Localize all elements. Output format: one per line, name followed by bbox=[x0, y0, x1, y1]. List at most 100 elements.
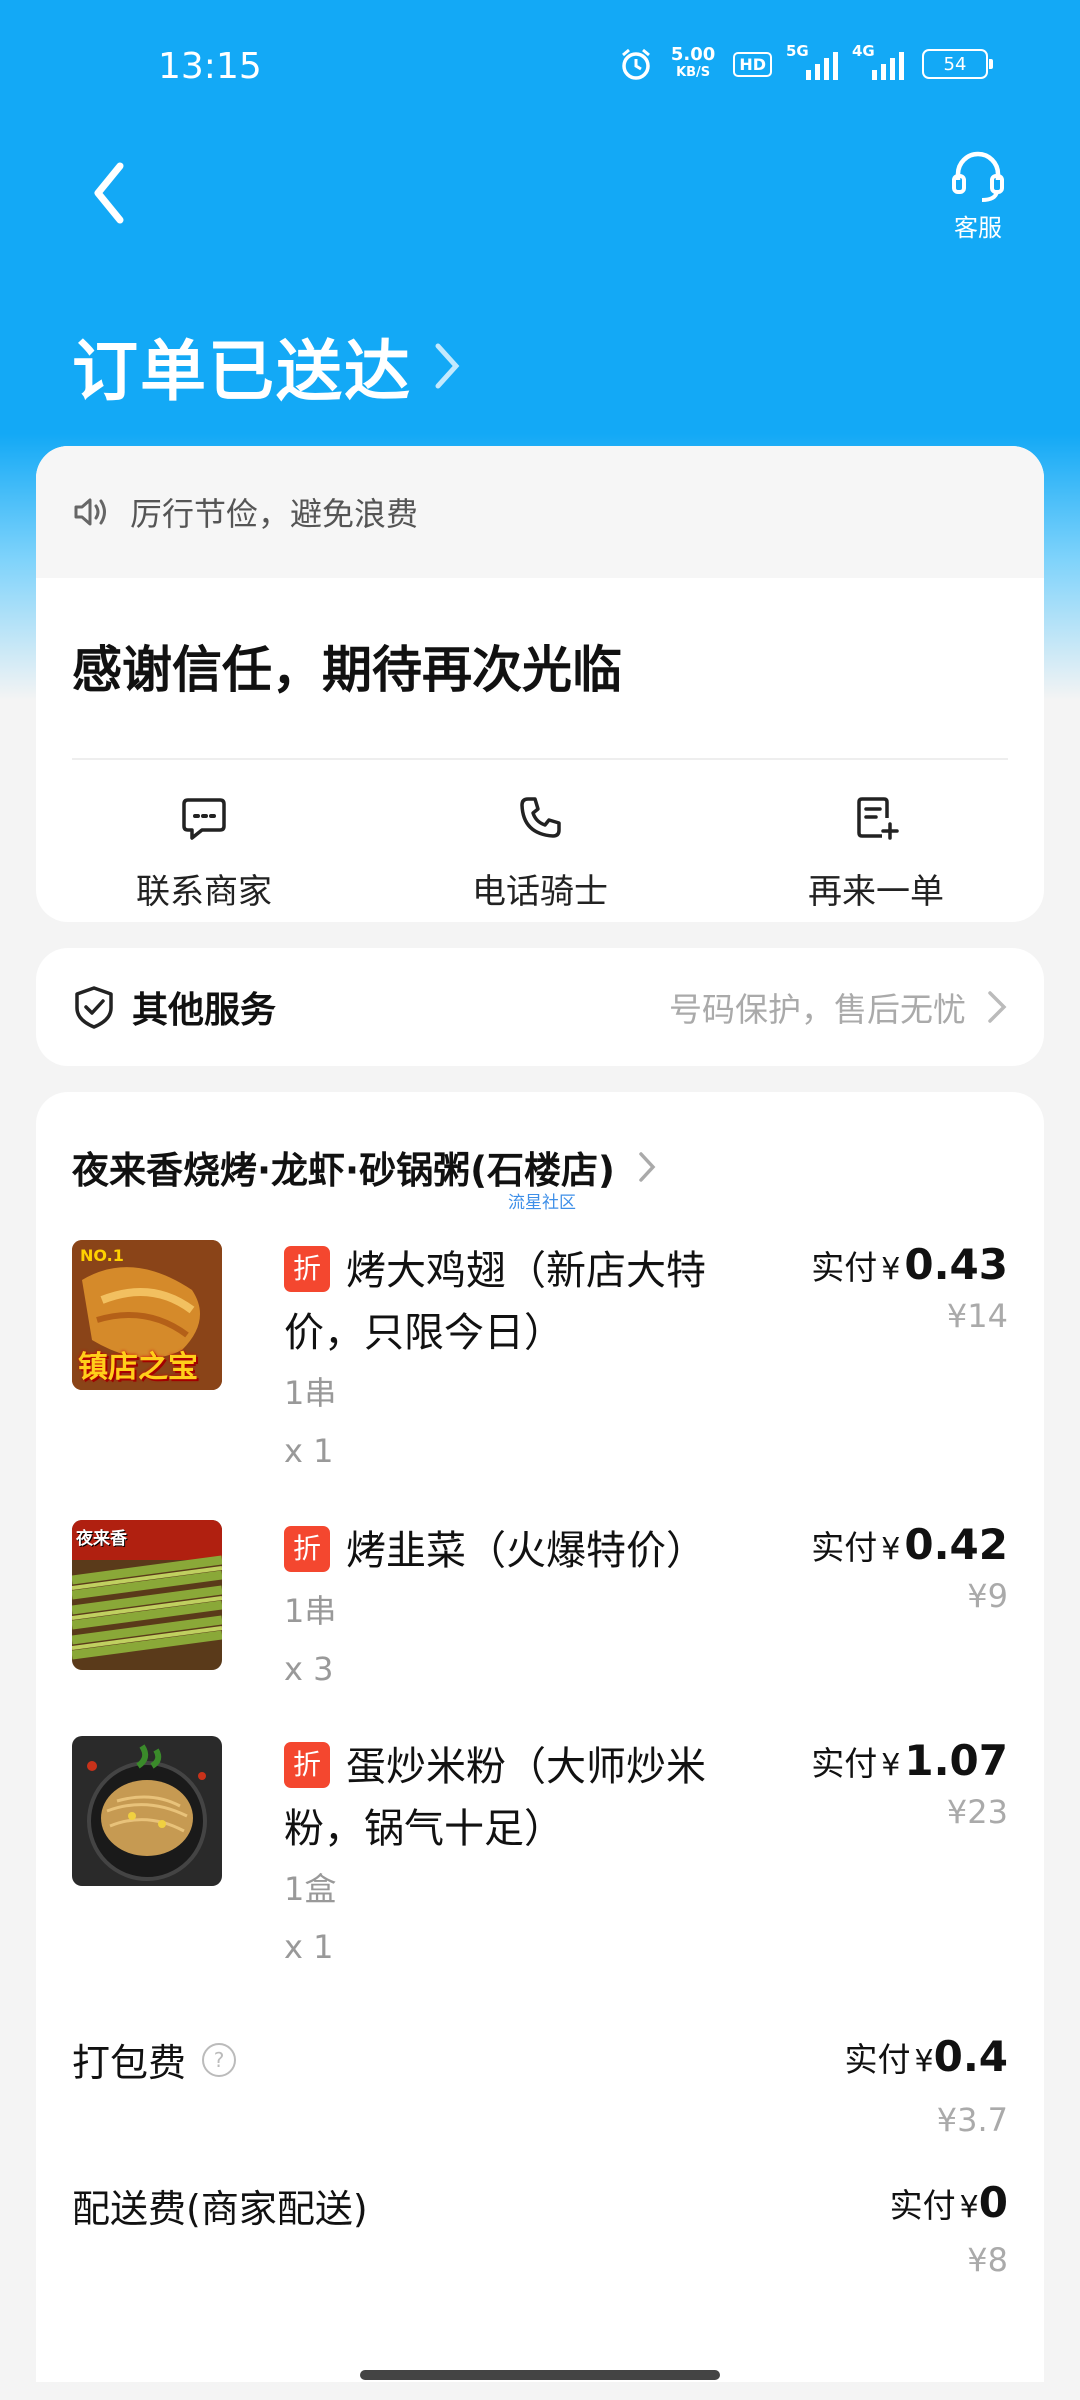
discount-badge: 折 bbox=[284, 1246, 330, 1292]
order-status-title: 订单已送达 bbox=[72, 333, 412, 410]
back-button[interactable] bbox=[86, 158, 136, 228]
headset-icon bbox=[952, 151, 1004, 202]
delivery-fee-row: 配送费(商家配送) 实付 ¥0 ¥8 bbox=[72, 2178, 1008, 2298]
thumbnail-tag: NO.1 bbox=[80, 1246, 124, 1265]
network-speed-unit: KB/S bbox=[676, 65, 711, 80]
watermark-text: 流星社区 bbox=[508, 1193, 576, 1213]
order-items-card: 夜来香烧烤·龙虾·砂锅粥(石楼店) 流星社区 NO.1 镇店之宝 折烤大鸡翅（新… bbox=[36, 1092, 1044, 2382]
item-info: 折烤韭菜（火爆特价） 1串 x 3 bbox=[284, 1520, 724, 1698]
paid-label: 实付 bbox=[811, 1528, 878, 1567]
chevron-right-icon bbox=[639, 1152, 656, 1182]
paid-price: 实付 ¥0 bbox=[890, 2178, 1008, 2227]
other-services-desc: 号码保护，售后无忧 bbox=[669, 990, 966, 1029]
divider bbox=[72, 758, 1008, 760]
order-status-card: 厉行节俭，避免浪费 感谢信任，期待再次光临 联系商家 电话骑士 再来一单 bbox=[36, 446, 1044, 922]
contact-merchant-button[interactable]: 联系商家 bbox=[36, 786, 372, 913]
item-price: 实付 ¥1.07 ¥23 bbox=[811, 1736, 1008, 1831]
item-spec: 1串 bbox=[284, 1374, 337, 1412]
fee-name-text: 打包费 bbox=[72, 2041, 187, 2085]
paid-label: 实付 bbox=[811, 1248, 878, 1287]
signal-5g-icon: 5G bbox=[786, 42, 838, 80]
item-info: 折烤大鸡翅（新店大特价，只限今日） 1串 x 1 bbox=[284, 1240, 724, 1480]
help-icon[interactable]: ? bbox=[202, 2042, 237, 2077]
discount-badge: 折 bbox=[284, 1526, 330, 1572]
thumbnail-caption: 夜来香 bbox=[76, 1529, 127, 1549]
original-price: ¥8 bbox=[967, 2241, 1008, 2279]
hd-voice-icon: HD bbox=[733, 51, 772, 77]
fee-name: 配送费(商家配送) bbox=[72, 2178, 1008, 2233]
action-row: 联系商家 电话骑士 再来一单 bbox=[36, 786, 1044, 913]
notice-bar: 厉行节俭，避免浪费 bbox=[36, 446, 1044, 578]
reorder-label: 再来一单 bbox=[808, 872, 944, 912]
order-item[interactable]: NO.1 镇店之宝 折烤大鸡翅（新店大特价，只限今日） 1串 x 1 实付 ¥0.… bbox=[72, 1240, 1008, 1500]
item-name-text: 蛋炒米粉（大师炒米粉，锅气十足） bbox=[284, 1744, 706, 1852]
other-services-title: 其他服务 bbox=[132, 990, 277, 1031]
packaging-fee-row: 打包费 ? 实付 ¥0.4 ¥3.7 bbox=[72, 2032, 1008, 2152]
signal-4g-label: 4G bbox=[852, 42, 875, 60]
status-time: 13:15 bbox=[158, 46, 262, 87]
signal-5g-label: 5G bbox=[786, 42, 809, 60]
other-services-row[interactable]: 其他服务 号码保护，售后无忧 bbox=[36, 948, 1044, 1066]
network-speed: 5.00 KB/S bbox=[671, 46, 715, 82]
message-icon bbox=[182, 798, 226, 840]
paid-label: 实付 bbox=[889, 2186, 956, 2225]
reorder-icon bbox=[857, 797, 899, 840]
signal-4g-icon: 4G bbox=[852, 42, 904, 80]
original-price: ¥3.7 bbox=[936, 2101, 1008, 2139]
order-status-link[interactable]: 订单已送达 bbox=[72, 318, 462, 414]
paid-amount: 0 bbox=[978, 2178, 1008, 2227]
paid-price: 实付 ¥0.43 bbox=[811, 1240, 1008, 1289]
paid-price: 实付 ¥1.07 bbox=[811, 1736, 1008, 1785]
original-price: ¥9 bbox=[967, 1577, 1008, 1615]
paid-price: 实付 ¥0.42 bbox=[811, 1520, 1008, 1569]
item-name: 折蛋炒米粉（大师炒米粉，锅气十足） bbox=[284, 1736, 724, 1860]
reorder-button[interactable]: 再来一单 bbox=[708, 786, 1044, 913]
currency-symbol: ¥ bbox=[881, 1252, 901, 1287]
currency-symbol: ¥ bbox=[881, 1532, 901, 1567]
paid-amount: 0.43 bbox=[904, 1240, 1008, 1289]
item-spec: 1串 bbox=[284, 1592, 337, 1630]
shop-link[interactable]: 夜来香烧烤·龙虾·砂锅粥(石楼店) bbox=[72, 1140, 657, 1194]
paid-amount: 0.4 bbox=[933, 2032, 1008, 2081]
item-quantity: x 3 bbox=[284, 1650, 334, 1688]
battery-icon: 54 bbox=[922, 49, 993, 79]
currency-symbol: ¥ bbox=[914, 2044, 934, 2079]
phone-icon bbox=[520, 797, 561, 838]
item-thumbnail: NO.1 镇店之宝 bbox=[72, 1240, 222, 1390]
status-icons: 5.00 KB/S HD 5G 4G 54 bbox=[619, 42, 993, 82]
original-price: ¥14 bbox=[946, 1297, 1008, 1335]
thanks-message: 感谢信任，期待再次光临 bbox=[72, 641, 622, 699]
item-name: 折烤韭菜（火爆特价） bbox=[284, 1520, 724, 1582]
paid-label: 实付 bbox=[811, 1744, 878, 1783]
contact-merchant-label: 联系商家 bbox=[136, 872, 272, 912]
home-indicator[interactable] bbox=[360, 2370, 720, 2380]
paid-label: 实付 bbox=[844, 2040, 911, 2079]
fried-noodles-image bbox=[72, 1736, 222, 1886]
speaker-icon bbox=[74, 498, 106, 526]
shield-check-icon bbox=[75, 986, 113, 1029]
paid-amount: 0.42 bbox=[904, 1520, 1008, 1569]
fee-price: 实付 ¥0.4 ¥3.7 bbox=[845, 2032, 1009, 2139]
item-price: 实付 ¥0.42 ¥9 bbox=[811, 1520, 1008, 1615]
item-thumbnail: 夜来香 bbox=[72, 1520, 222, 1670]
notice-text: 厉行节俭，避免浪费 bbox=[130, 495, 419, 533]
fee-price: 实付 ¥0 ¥8 bbox=[890, 2178, 1008, 2279]
item-name-text: 烤大鸡翅（新店大特价，只限今日） bbox=[284, 1248, 706, 1356]
item-price: 实付 ¥0.43 ¥14 bbox=[811, 1240, 1008, 1335]
item-quantity: x 1 bbox=[284, 1432, 334, 1470]
customer-service-label: 客服 bbox=[954, 214, 1002, 242]
order-item[interactable]: 折蛋炒米粉（大师炒米粉，锅气十足） 1盒 x 1 实付 ¥1.07 ¥23 bbox=[72, 1736, 1008, 1996]
chevron-right-icon bbox=[435, 343, 460, 389]
network-speed-value: 5.00 bbox=[670, 44, 716, 65]
item-thumbnail bbox=[72, 1736, 222, 1886]
order-item[interactable]: 夜来香 折烤韭菜（火爆特价） 1串 x 3 实付 ¥0.42 ¥9 bbox=[72, 1520, 1008, 1720]
call-rider-label: 电话骑士 bbox=[472, 872, 608, 912]
item-name: 折烤大鸡翅（新店大特价，只限今日） bbox=[284, 1240, 724, 1364]
status-bar: 13:15 5.00 KB/S HD 5G 4G 54 bbox=[0, 0, 1080, 130]
original-price: ¥23 bbox=[946, 1793, 1008, 1831]
customer-service-button[interactable]: 客服 bbox=[938, 150, 1018, 243]
fee-name-text: 配送费(商家配送) bbox=[72, 2187, 368, 2231]
item-spec: 1盒 bbox=[284, 1870, 337, 1908]
thumbnail-caption: 镇店之宝 bbox=[78, 1350, 198, 1385]
call-rider-button[interactable]: 电话骑士 bbox=[372, 786, 708, 913]
